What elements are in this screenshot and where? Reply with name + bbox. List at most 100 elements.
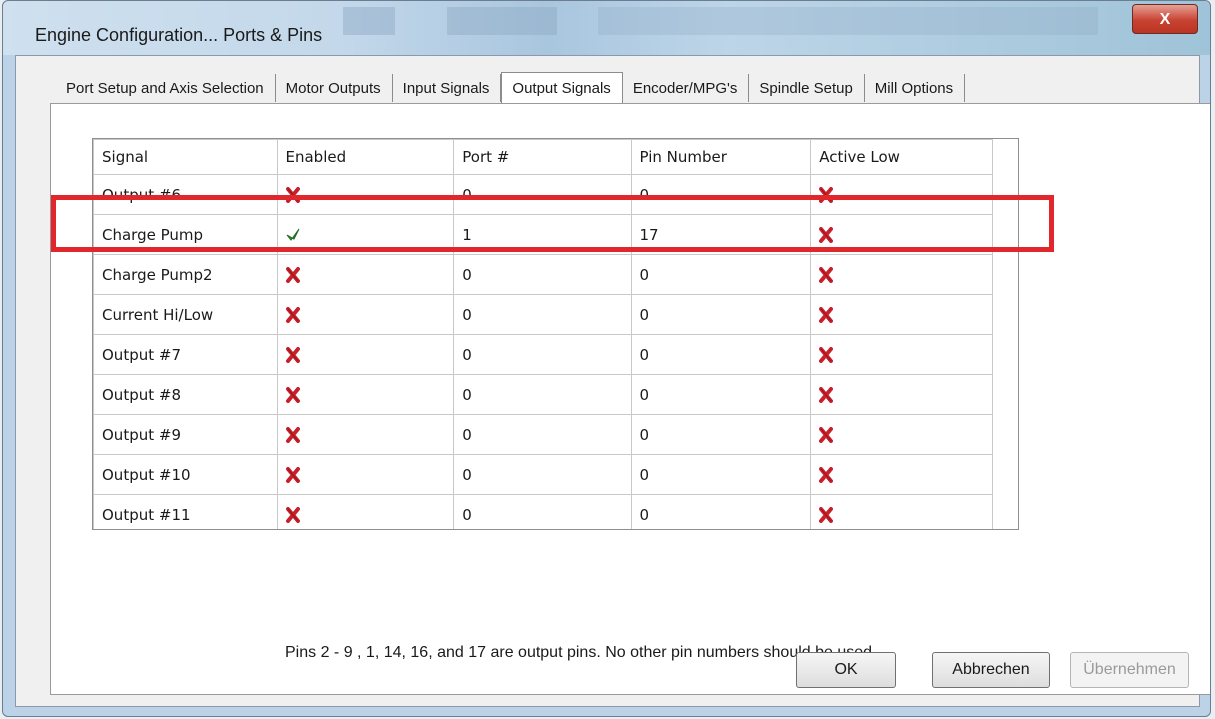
tab-output-signals[interactable]: Output Signals <box>501 72 623 103</box>
table-body: Output #6 0 0 Charge Pump 1 17 Charge Pump2 0 0 C… <box>93 174 1018 529</box>
pin-number-cell[interactable]: 0 <box>630 334 812 375</box>
signal-cell[interactable]: Current Hi/Low <box>93 294 278 335</box>
enabled-cell[interactable] <box>276 454 455 495</box>
port-cell[interactable]: 0 <box>453 454 632 495</box>
enabled-cell[interactable] <box>276 214 455 255</box>
output-signals-table: Signal Enabled Port # Pin Number Active … <box>93 139 1018 529</box>
close-icon: X <box>1159 11 1171 28</box>
active-low-cell[interactable] <box>810 454 993 495</box>
signal-cell[interactable]: Charge Pump2 <box>93 254 278 295</box>
cross-icon[interactable] <box>819 266 834 284</box>
signal-cell[interactable]: Charge Pump <box>93 214 278 255</box>
pin-number-cell[interactable]: 0 <box>630 254 812 295</box>
signal-cell[interactable]: Output #10 <box>93 454 278 495</box>
active-low-cell[interactable] <box>810 254 993 295</box>
enabled-cell[interactable] <box>276 174 455 215</box>
cross-icon[interactable] <box>819 386 834 404</box>
cross-icon[interactable] <box>285 306 300 324</box>
pin-number-cell[interactable]: 0 <box>630 294 812 335</box>
pin-number-cell[interactable]: 0 <box>630 414 812 455</box>
cross-icon[interactable] <box>285 346 300 364</box>
window-title: Engine Configuration... Ports & Pins <box>35 25 323 45</box>
cross-icon[interactable] <box>819 466 834 484</box>
enabled-cell[interactable] <box>276 374 455 415</box>
background-window-hint <box>343 7 395 35</box>
table-row[interactable]: Output #7 0 0 <box>93 334 1018 375</box>
table-row[interactable]: Charge Pump2 0 0 <box>93 254 1018 295</box>
cancel-button[interactable]: Abbrechen <box>932 652 1050 688</box>
ok-button[interactable]: OK <box>796 652 896 688</box>
table-header-row: Signal Enabled Port # Pin Number Active … <box>93 139 1018 175</box>
enabled-cell[interactable] <box>276 334 455 375</box>
cross-icon[interactable] <box>819 506 834 524</box>
cross-icon[interactable] <box>285 386 300 404</box>
port-cell[interactable]: 1 <box>453 214 632 255</box>
cross-icon[interactable] <box>285 186 300 204</box>
cross-icon[interactable] <box>819 226 834 244</box>
active-low-cell[interactable] <box>810 214 993 255</box>
tab-port-setup[interactable]: Port Setup and Axis Selection <box>56 74 276 102</box>
table-row[interactable]: Current Hi/Low 0 0 <box>93 294 1018 335</box>
cross-icon[interactable] <box>285 266 300 284</box>
tab-spindle-setup[interactable]: Spindle Setup <box>749 74 865 102</box>
pin-number-cell[interactable]: 0 <box>630 374 812 415</box>
column-header-enabled[interactable]: Enabled <box>276 139 455 175</box>
pin-number-cell[interactable]: 0 <box>630 494 812 529</box>
dialog-client-area: Port Setup and Axis Selection Motor Outp… <box>15 55 1210 707</box>
cross-icon[interactable] <box>285 426 300 444</box>
enabled-cell[interactable] <box>276 294 455 335</box>
port-cell[interactable]: 0 <box>453 494 632 529</box>
close-button[interactable]: X <box>1132 4 1198 34</box>
port-cell[interactable]: 0 <box>453 374 632 415</box>
signal-grid: Signal Enabled Port # Pin Number Active … <box>92 138 1019 530</box>
active-low-cell[interactable] <box>810 374 993 415</box>
tab-encoder-mpg[interactable]: Encoder/MPG's <box>623 74 750 102</box>
tab-strip: Port Setup and Axis Selection Motor Outp… <box>56 72 966 104</box>
pin-number-cell[interactable]: 17 <box>630 214 812 255</box>
signal-cell[interactable]: Output #11 <box>93 494 278 529</box>
signal-cell[interactable]: Output #8 <box>93 374 278 415</box>
enabled-cell[interactable] <box>276 494 455 529</box>
cross-icon[interactable] <box>285 466 300 484</box>
active-low-cell[interactable] <box>810 334 993 375</box>
table-row[interactable]: Output #11 0 0 <box>93 494 1018 529</box>
column-header-port[interactable]: Port # <box>453 139 632 175</box>
enabled-cell[interactable] <box>276 414 455 455</box>
cross-icon[interactable] <box>819 346 834 364</box>
apply-button[interactable]: Übernehmen <box>1070 652 1189 688</box>
table-row[interactable]: Output #8 0 0 <box>93 374 1018 415</box>
active-low-cell[interactable] <box>810 294 993 335</box>
dialog-window: Engine Configuration... Ports & Pins X P… <box>2 0 1211 717</box>
table-row[interactable]: Output #6 0 0 <box>93 174 1018 215</box>
active-low-cell[interactable] <box>810 494 993 529</box>
port-cell[interactable]: 0 <box>453 254 632 295</box>
signal-cell[interactable]: Output #7 <box>93 334 278 375</box>
cross-icon[interactable] <box>285 506 300 524</box>
table-row[interactable]: Charge Pump 1 17 <box>93 214 1018 255</box>
column-header-signal[interactable]: Signal <box>93 139 278 175</box>
pin-number-cell[interactable]: 0 <box>630 454 812 495</box>
background-window-hint <box>598 7 1098 35</box>
cross-icon[interactable] <box>819 426 834 444</box>
table-row[interactable]: Output #10 0 0 <box>93 454 1018 495</box>
active-low-cell[interactable] <box>810 174 993 215</box>
pin-number-cell[interactable]: 0 <box>630 174 812 215</box>
tab-motor-outputs[interactable]: Motor Outputs <box>276 74 393 102</box>
port-cell[interactable]: 0 <box>453 294 632 335</box>
tab-input-signals[interactable]: Input Signals <box>393 74 502 102</box>
column-header-pin-number[interactable]: Pin Number <box>630 139 812 175</box>
signal-cell[interactable]: Output #6 <box>93 174 278 215</box>
port-cell[interactable]: 0 <box>453 334 632 375</box>
table-row[interactable]: Output #9 0 0 <box>93 414 1018 455</box>
check-icon[interactable] <box>286 226 300 244</box>
port-cell[interactable]: 0 <box>453 414 632 455</box>
enabled-cell[interactable] <box>276 254 455 295</box>
port-cell[interactable]: 0 <box>453 174 632 215</box>
tab-mill-options[interactable]: Mill Options <box>865 74 966 102</box>
active-low-cell[interactable] <box>810 414 993 455</box>
signal-cell[interactable]: Output #9 <box>93 414 278 455</box>
column-header-active-low[interactable]: Active Low <box>810 139 993 175</box>
title-bar[interactable]: Engine Configuration... Ports & Pins X <box>3 1 1210 55</box>
cross-icon[interactable] <box>819 306 834 324</box>
cross-icon[interactable] <box>819 186 834 204</box>
